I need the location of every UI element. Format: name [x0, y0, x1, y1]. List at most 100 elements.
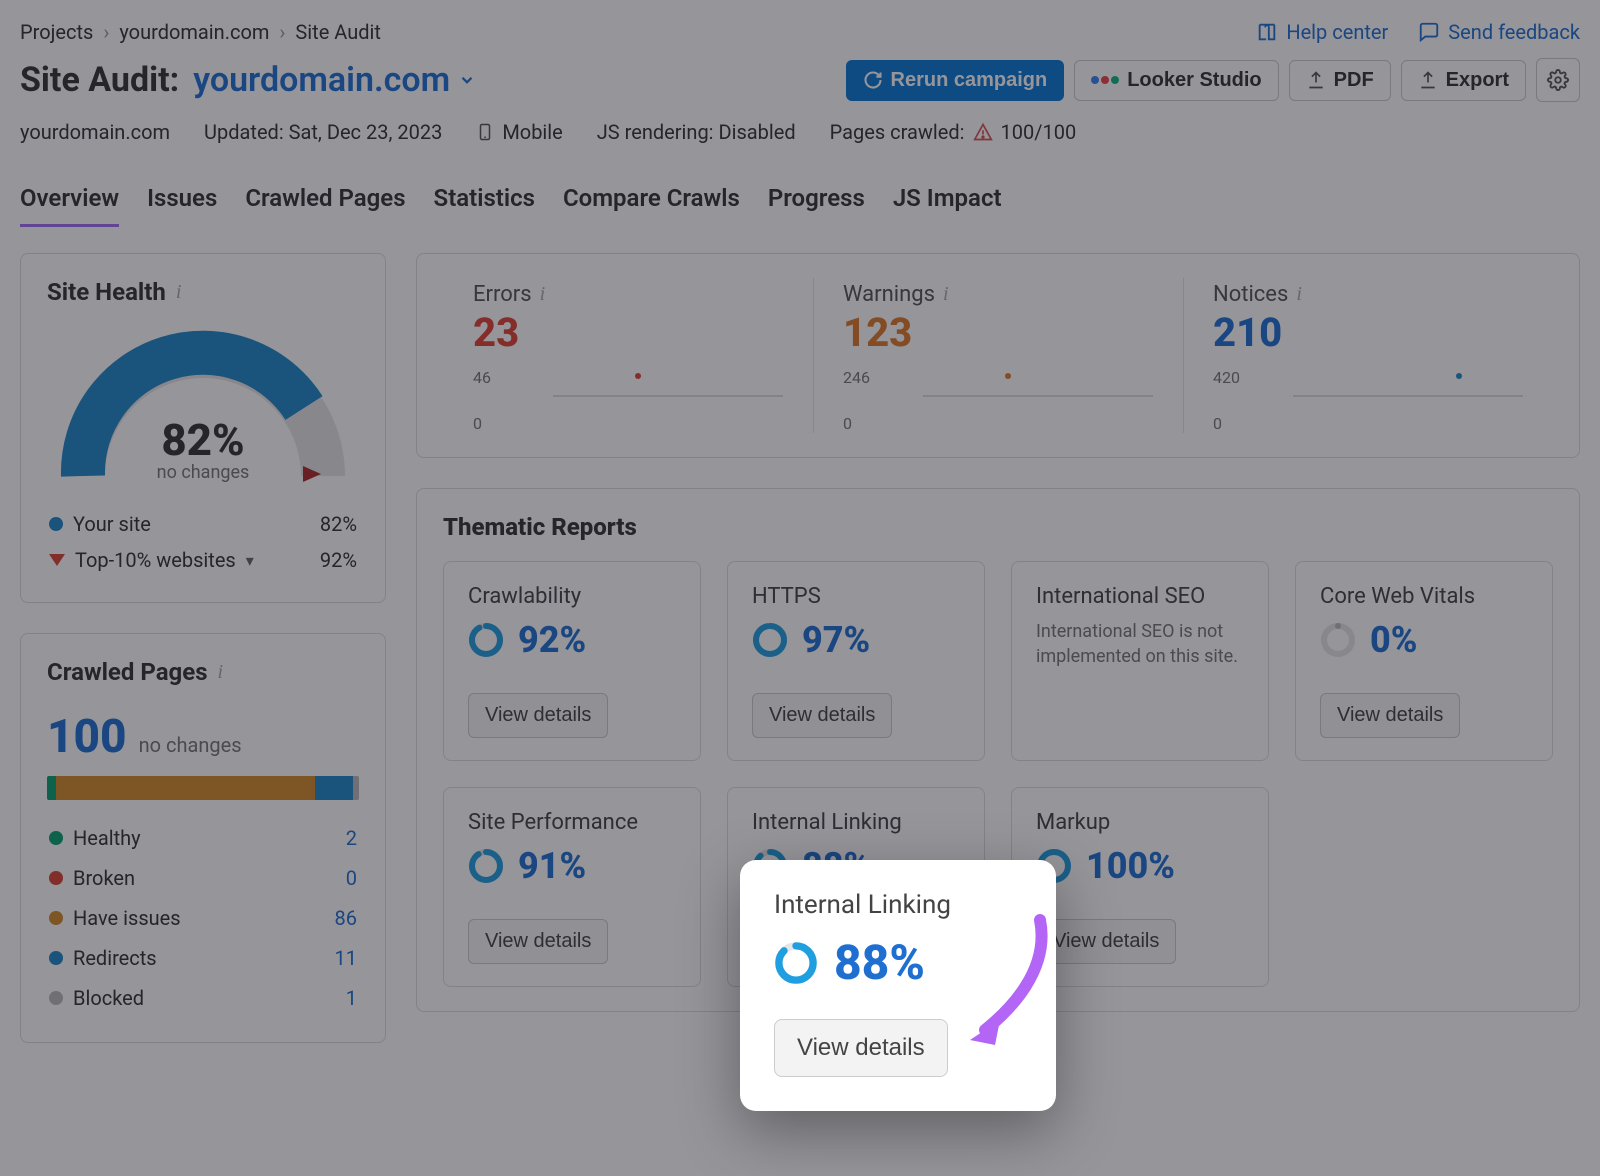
rerun-label: Rerun campaign — [891, 69, 1048, 92]
crawled-row-label: Broken — [73, 866, 135, 890]
tab-issues[interactable]: Issues — [147, 184, 217, 227]
chevron-down-icon[interactable]: ▾ — [246, 551, 254, 570]
meta-domain: yourdomain.com — [20, 120, 170, 144]
crawled-row[interactable]: Blocked 1 — [47, 978, 359, 1018]
thematic-card-item: HTTPS97%View details — [727, 561, 985, 761]
crawled-row-label: Blocked — [73, 986, 144, 1010]
site-health-pct: 82% — [53, 414, 353, 466]
legend-yoursite-value: 82% — [320, 512, 357, 536]
popout-view-details-button[interactable]: View details — [774, 1019, 948, 1077]
tcard-title: Crawlability — [468, 584, 676, 609]
warnings-value: 123 — [843, 309, 1153, 356]
info-icon[interactable]: i — [218, 661, 224, 684]
tcard-title: International SEO — [1036, 584, 1244, 609]
spark-dot — [1456, 373, 1462, 379]
thematic-card-item: Site Performance 91% View details — [443, 787, 701, 987]
chat-icon — [1418, 21, 1440, 43]
info-icon[interactable]: i — [176, 281, 182, 304]
meta-device-label: Mobile — [502, 120, 562, 144]
mobile-icon — [476, 120, 494, 144]
crawled-row[interactable]: Broken 0 — [47, 858, 359, 898]
tab-overview[interactable]: Overview — [20, 184, 119, 227]
site-health-card: Site Health i 82% no changes Your site 8… — [20, 253, 386, 603]
looker-studio-button[interactable]: Looker Studio — [1074, 60, 1278, 101]
tcard-title: HTTPS — [752, 584, 960, 609]
settings-button[interactable] — [1536, 58, 1580, 102]
errors-value: 23 — [473, 309, 783, 356]
view-details-button[interactable]: View details — [1320, 693, 1460, 738]
breadcrumb-projects[interactable]: Projects — [20, 20, 93, 44]
meta-crawled-value: 100/100 — [1001, 120, 1077, 144]
summary-card: Errors i 23 46 0 Warnings i 123 246 0 — [416, 253, 1580, 458]
crawled-row[interactable]: Redirects11 — [47, 938, 359, 978]
dot-icon — [49, 951, 63, 965]
tcard-pct: 0% — [1370, 619, 1417, 661]
notices-zero: 0 — [1213, 414, 1222, 433]
crawled-bar — [47, 776, 359, 800]
chevron-right-icon: › — [279, 20, 285, 44]
info-icon[interactable]: i — [1296, 283, 1302, 306]
refresh-icon — [863, 70, 883, 90]
tab-statistics[interactable]: Statistics — [434, 184, 535, 227]
crawled-row-value: 2 — [346, 826, 357, 850]
send-feedback-link[interactable]: Send feedback — [1418, 20, 1580, 44]
notices-value: 210 — [1213, 309, 1523, 356]
tab-js-impact[interactable]: JS Impact — [893, 184, 1002, 227]
view-details-button[interactable]: View details — [752, 693, 892, 738]
tcard-note: International SEO is not implemented on … — [1036, 619, 1244, 669]
popout-pct: 88% — [834, 934, 925, 991]
crawled-row-label: Have issues — [73, 906, 181, 930]
tcard-title: Site Performance — [468, 810, 676, 835]
breadcrumb: Projects › yourdomain.com › Site Audit — [20, 20, 381, 44]
site-health-title: Site Health — [47, 278, 166, 306]
breadcrumb-siteaudit[interactable]: Site Audit — [295, 20, 381, 44]
tabs: Overview Issues Crawled Pages Statistics… — [20, 184, 1580, 227]
crawled-row-value: 11 — [335, 946, 357, 970]
tab-crawled-pages[interactable]: Crawled Pages — [245, 184, 405, 227]
meta-crawled: Pages crawled: 100/100 — [830, 120, 1077, 144]
tcard-pct: 92% — [518, 619, 586, 661]
send-feedback-label: Send feedback — [1448, 20, 1580, 44]
errors-max: 46 — [473, 368, 783, 387]
annotation-arrow-icon — [960, 910, 1060, 1050]
tcard-pct: 100% — [1086, 845, 1175, 887]
donut-icon — [468, 622, 504, 658]
tcard-pct: 91% — [518, 845, 586, 887]
domain-selector[interactable]: yourdomain.com — [193, 60, 476, 100]
crawled-row[interactable]: Have issues 86 — [47, 898, 359, 938]
help-center-link[interactable]: Help center — [1256, 20, 1388, 44]
breadcrumb-domain[interactable]: yourdomain.com — [119, 20, 269, 44]
donut-icon — [774, 941, 818, 985]
dot-icon — [49, 831, 63, 845]
crawled-row[interactable]: Healthy 2 — [47, 818, 359, 858]
tab-compare-crawls[interactable]: Compare Crawls — [563, 184, 740, 227]
crawled-row-value: 0 — [346, 866, 357, 890]
upload-icon — [1306, 70, 1326, 90]
errors-zero: 0 — [473, 414, 482, 433]
warnings-zero: 0 — [843, 414, 852, 433]
upload-icon — [1418, 70, 1438, 90]
gear-icon — [1547, 69, 1569, 91]
tcard-title: Internal Linking — [752, 810, 960, 835]
crawled-row-value: 86 — [335, 906, 357, 930]
info-icon[interactable]: i — [540, 283, 546, 306]
crawled-row-value: 1 — [346, 986, 357, 1010]
notices-label: Notices — [1213, 282, 1288, 307]
bar-segment — [47, 776, 56, 800]
donut-icon — [752, 622, 788, 658]
crawled-total: 100 — [47, 710, 127, 764]
tab-progress[interactable]: Progress — [768, 184, 865, 227]
info-icon[interactable]: i — [943, 283, 949, 306]
view-details-button[interactable]: View details — [468, 693, 608, 738]
bar-segment — [56, 776, 315, 800]
errors-label: Errors — [473, 282, 532, 307]
rerun-campaign-button[interactable]: Rerun campaign — [846, 60, 1065, 101]
page-title: Site Audit: — [20, 60, 179, 100]
pdf-button[interactable]: PDF — [1289, 60, 1391, 101]
thematic-card-item: Core Web Vitals0%View details — [1295, 561, 1553, 761]
export-button[interactable]: Export — [1401, 60, 1526, 101]
legend-top10: Top-10% websites — [75, 548, 236, 572]
crawled-row-label: Healthy — [73, 826, 141, 850]
export-label: Export — [1446, 69, 1509, 92]
view-details-button[interactable]: View details — [468, 919, 608, 964]
